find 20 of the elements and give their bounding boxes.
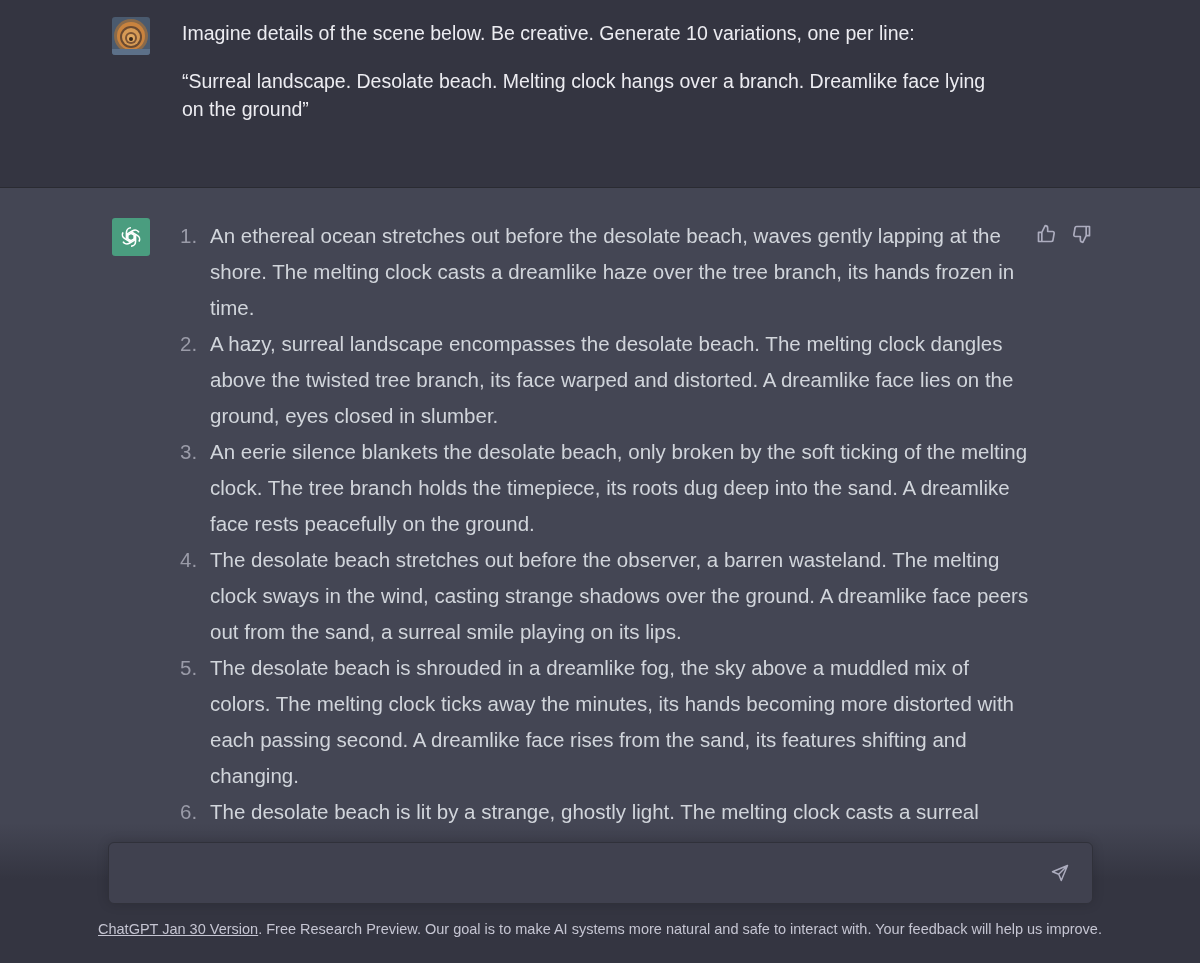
response-text: The desolate beach stretches out before the observer, a barren wasteland. The melting clock sways in the wind, casting strange shadows over the ground. A dreamlike face peers out from the sand, a surreal smile playing on its lips. bbox=[210, 547, 1030, 645]
response-text: The desolate beach is lit by a strange, ghostly light. The melting clock casts a surreal bbox=[210, 799, 980, 825]
response-text: An ethereal ocean stretches out before the desolate beach, waves gently lapping at the shore. The melting clock casts a dreamlike haze over the tree branch, its hands frozen in time. bbox=[210, 223, 1016, 321]
list-number: 6. bbox=[180, 799, 199, 825]
prompt-text: “Surreal landscape. Desolate beach. Melting clock hangs over a branch. Dreamlike face lying on the ground” bbox=[182, 69, 987, 122]
response-text: An eerie silence blankets the desolate beach, only broken by the soft ticking of the melting clock. The tree branch holds the timepiece, its roots dug deep into the sand. A dreamlike face rests peacefully on the ground. bbox=[210, 439, 1029, 537]
response-text: A hazy, surreal landscape encompasses the desolate beach. The melting clock dangles above the twisted tree branch, its face warped and distorted. A dreamlike face lies on the ground, eyes closed in slumber. bbox=[210, 331, 1015, 429]
list-number: 4. bbox=[180, 547, 199, 573]
send-icon[interactable] bbox=[1049, 863, 1070, 883]
list-number: 3. bbox=[180, 439, 199, 465]
list-number: 1. bbox=[180, 223, 199, 249]
prompt-text: Imagine details of the scene below. Be creative. Generate 10 variations, one per line: bbox=[182, 21, 916, 46]
thumbs-up-icon[interactable] bbox=[1036, 224, 1056, 244]
list-number: 5. bbox=[180, 655, 199, 681]
version-link[interactable]: ChatGPT Jan 30 Version bbox=[98, 921, 259, 937]
footer-text: ChatGPT Jan 30 Version. Free Research Preview. Our goal is to make AI systems more natural and safe to interact with. Your feedback will help us improve. bbox=[98, 921, 1102, 937]
thumbs-down-icon[interactable] bbox=[1072, 224, 1092, 244]
chatbot-logo-icon bbox=[112, 218, 150, 256]
list-number: 2. bbox=[180, 331, 199, 357]
response-text: The desolate beach is shrouded in a dreamlike fog, the sky above a muddled mix of colors. The melting clock ticks away the minutes, its hands becoming more distorted with each passing second. A dreamlike face rises from the sand, its features shifting and changing. bbox=[210, 655, 1016, 789]
